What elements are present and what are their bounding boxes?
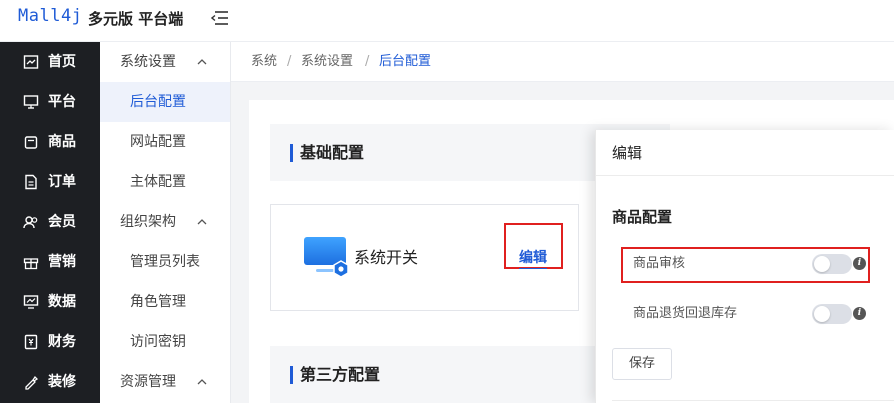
sub-item-site-config[interactable]: 网站配置: [100, 122, 230, 162]
breadcrumb-current: 后台配置: [379, 54, 432, 69]
nav-label-order: 订单: [48, 174, 76, 190]
save-button[interactable]: 保存: [612, 348, 672, 380]
main-sidebar: 首页 平台 商品 订单 会员 营销 数据 财务 装修: [0, 42, 100, 403]
nav-item-product[interactable]: 商品: [0, 122, 100, 162]
return-restock-label: 商品退货回退库存: [633, 306, 738, 321]
nav-item-home[interactable]: 首页: [0, 42, 100, 82]
sub-item-label: 访问密钥: [130, 334, 186, 350]
nav-label-home: 首页: [48, 54, 76, 70]
monitor-icon: [23, 95, 39, 109]
card-title: 系统开关: [354, 248, 419, 267]
nav-item-data[interactable]: 数据: [0, 282, 100, 322]
system-switch-icon: [304, 237, 349, 278]
breadcrumb: 系统 / 系统设置 / 后台配置: [231, 42, 894, 82]
nav-item-finance[interactable]: 财务: [0, 322, 100, 362]
sub-group-label: 组织架构: [120, 214, 176, 230]
section-title-basic: 基础配置: [300, 143, 365, 162]
nav-label-product: 商品: [48, 134, 76, 150]
sub-item-role-management[interactable]: 角色管理: [100, 282, 230, 322]
home-icon: [23, 55, 39, 69]
sub-item-label: 网站配置: [130, 134, 186, 150]
member-icon: [23, 216, 38, 229]
sub-group-label: 系统设置: [120, 54, 176, 70]
breadcrumb-item-system-settings[interactable]: 系统设置: [301, 53, 353, 71]
logo[interactable]: Mall4j: [18, 6, 82, 26]
sub-group-resource-management[interactable]: 资源管理: [100, 362, 230, 402]
nav-label-data: 数据: [48, 294, 76, 310]
drawer-header: 编辑: [596, 130, 894, 176]
sub-group-system-settings[interactable]: 系统设置: [100, 42, 230, 82]
section-title-third-party: 第三方配置: [300, 365, 381, 384]
nav-item-platform[interactable]: 平台: [0, 82, 100, 122]
sub-item-label: 后台配置: [130, 94, 186, 110]
chevron-up-icon: [197, 219, 207, 225]
product-icon: [24, 136, 38, 149]
nav-item-decorate[interactable]: 装修: [0, 362, 100, 402]
sub-sidebar: 系统设置 后台配置 网站配置 主体配置 组织架构 管理员列表 角色管理 访问密钥…: [100, 42, 231, 403]
gift-icon: [23, 258, 39, 270]
nav-label-member: 会员: [48, 214, 76, 230]
chevron-up-icon: [197, 379, 207, 385]
drawer-section-title: 商品配置: [612, 208, 673, 226]
menu-collapse-icon[interactable]: [211, 11, 229, 25]
breadcrumb-separator: /: [287, 54, 292, 69]
section-accent-bar: [290, 144, 293, 162]
product-review-label: 商品审核: [633, 256, 686, 271]
breadcrumb-item-system[interactable]: 系统: [251, 53, 277, 71]
sub-item-label: 主体配置: [130, 174, 186, 190]
nav-item-member[interactable]: 会员: [0, 202, 100, 242]
info-icon[interactable]: i: [853, 307, 866, 320]
system-switch-card: 系统开关 编辑: [270, 204, 579, 311]
finance-icon: [24, 334, 38, 350]
info-icon[interactable]: i: [853, 257, 866, 270]
return-restock-toggle[interactable]: [812, 304, 852, 324]
nav-label-decorate: 装修: [48, 374, 76, 390]
edit-link[interactable]: 编辑: [519, 248, 547, 269]
sub-item-label: 角色管理: [130, 294, 186, 310]
toggle-knob: [814, 256, 830, 272]
decorate-icon: [25, 375, 39, 390]
sub-item-entity-config[interactable]: 主体配置: [100, 162, 230, 202]
nav-item-order[interactable]: 订单: [0, 162, 100, 202]
breadcrumb-separator: /: [365, 54, 370, 69]
edit-drawer: 编辑 商品配置 商品审核 i 商品退货回退库存 i 保存: [595, 130, 894, 403]
nav-item-marketing[interactable]: 营销: [0, 242, 100, 282]
sub-group-label: 资源管理: [120, 374, 176, 390]
nav-label-finance: 财务: [48, 334, 76, 350]
sub-item-backend-config[interactable]: 后台配置: [100, 82, 230, 122]
chevron-up-icon: [197, 59, 207, 65]
drawer-title: 编辑: [612, 144, 643, 162]
drawer-divider: [612, 400, 894, 401]
nav-label-platform: 平台: [48, 94, 76, 110]
top-bar: Mall4j 多元版 平台端: [0, 0, 894, 42]
sub-item-admin-list[interactable]: 管理员列表: [100, 242, 230, 282]
sub-group-organization[interactable]: 组织架构: [100, 202, 230, 242]
order-icon: [25, 174, 37, 190]
sub-item-access-keys[interactable]: 访问密钥: [100, 322, 230, 362]
product-review-toggle[interactable]: [812, 254, 852, 274]
section-accent-bar: [290, 366, 293, 384]
toggle-knob: [814, 306, 830, 322]
chart-icon: [23, 295, 39, 309]
nav-label-marketing: 营销: [48, 254, 76, 270]
sub-item-label: 管理员列表: [130, 254, 200, 270]
brand-title: 多元版 平台端: [88, 10, 184, 28]
